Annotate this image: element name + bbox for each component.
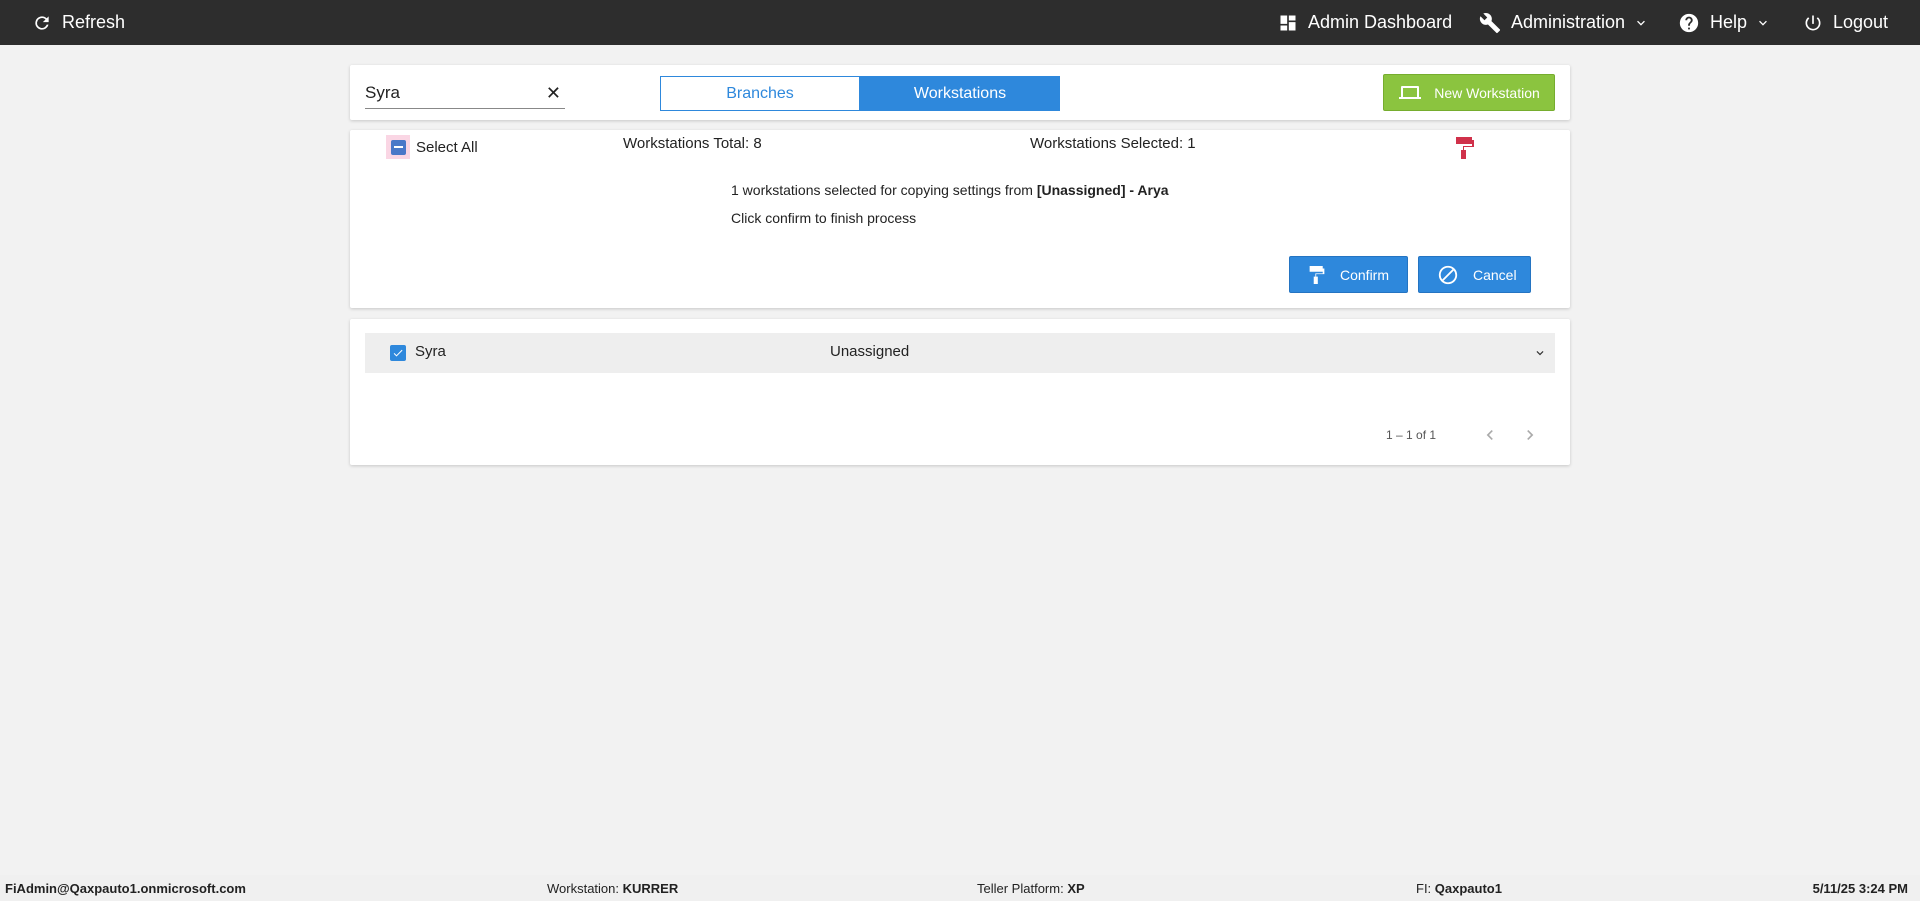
logout-label: Logout bbox=[1833, 12, 1889, 32]
status-fi-label: FI: bbox=[1416, 881, 1435, 896]
administration-label: Administration bbox=[1511, 12, 1626, 32]
pagination-range: 1 – 1 of 1 bbox=[1386, 428, 1437, 442]
laptop-icon bbox=[1399, 85, 1422, 99]
power-icon bbox=[1805, 15, 1821, 30]
status-bar: FiAdmin@Qaxpauto1.onmicrosoft.com Workst… bbox=[0, 875, 1920, 901]
table-row[interactable]: Syra Unassigned bbox=[365, 333, 1555, 373]
paint-roller-icon[interactable] bbox=[1454, 136, 1476, 165]
block-icon bbox=[1438, 265, 1458, 284]
search-input[interactable] bbox=[365, 79, 535, 107]
admin-dashboard-link[interactable]: Admin Dashboard bbox=[1278, 0, 1452, 45]
new-workstation-label: New Workstation bbox=[1434, 84, 1540, 101]
checkmark-icon bbox=[393, 349, 403, 357]
status-platform: Teller Platform: XP bbox=[977, 881, 1085, 896]
workstations-toolbar: ✕ Branches Workstations New Workstation bbox=[350, 65, 1570, 120]
cancel-label: Cancel bbox=[1473, 266, 1517, 283]
dashboard-icon bbox=[1280, 15, 1296, 30]
workstations-total: Workstations Total: 8 bbox=[623, 135, 762, 152]
copy-source: [Unassigned] - Arya bbox=[1036, 182, 1169, 198]
new-workstation-button[interactable]: New Workstation bbox=[1383, 74, 1555, 111]
refresh-icon bbox=[35, 15, 49, 30]
cancel-button[interactable]: Cancel bbox=[1418, 256, 1531, 293]
clear-search-icon[interactable]: ✕ bbox=[546, 83, 561, 103]
chevron-down-icon bbox=[1759, 20, 1767, 26]
expand-row-chevron-icon[interactable] bbox=[1533, 346, 1547, 365]
select-all: Select All bbox=[386, 135, 478, 159]
select-all-checkbox[interactable] bbox=[386, 135, 410, 159]
workstation-branch: Unassigned bbox=[830, 343, 910, 360]
administration-menu[interactable]: Administration bbox=[1479, 0, 1647, 45]
indeterminate-icon bbox=[390, 139, 406, 155]
next-page-icon[interactable] bbox=[1520, 425, 1540, 450]
confirm-instruction: Click confirm to finish process bbox=[731, 210, 917, 226]
help-label: Help bbox=[1710, 12, 1748, 32]
copy-message-text: 1 workstations selected for copying sett… bbox=[731, 182, 1037, 198]
workstation-name: Syra bbox=[415, 343, 446, 360]
refresh-label: Refresh bbox=[62, 12, 126, 32]
admin-dashboard-label: Admin Dashboard bbox=[1308, 12, 1453, 32]
status-fi: FI: Qaxpauto1 bbox=[1416, 881, 1502, 896]
copy-settings-panel: Select All Workstations Total: 8 Worksta… bbox=[350, 130, 1570, 308]
status-user: FiAdmin@Qaxpauto1.onmicrosoft.com bbox=[5, 881, 246, 896]
top-navigation-bar: Refresh Admin Dashboard Administration H… bbox=[0, 0, 1920, 45]
logout-button[interactable]: Logout bbox=[1803, 0, 1888, 45]
status-workstation: Workstation: KURRER bbox=[547, 881, 678, 896]
wrench-icon bbox=[1479, 12, 1501, 33]
workstation-list: Syra Unassigned 1 – 1 of 1 bbox=[350, 319, 1570, 465]
paint-roller-icon bbox=[1309, 265, 1325, 284]
status-fi-value: Qaxpauto1 bbox=[1434, 881, 1502, 896]
select-all-label: Select All bbox=[416, 138, 478, 156]
tab-branches[interactable]: Branches bbox=[660, 76, 860, 111]
status-platform-value: XP bbox=[1067, 881, 1085, 896]
tab-workstations[interactable]: Workstations bbox=[860, 76, 1060, 111]
help-menu[interactable]: Help bbox=[1678, 0, 1769, 45]
chevron-down-icon bbox=[1637, 20, 1645, 26]
copy-message: 1 workstations selected for copying sett… bbox=[731, 182, 1169, 198]
status-platform-label: Teller Platform: bbox=[977, 881, 1068, 896]
view-toggle: Branches Workstations bbox=[660, 76, 1060, 111]
refresh-button[interactable]: Refresh bbox=[32, 0, 125, 45]
row-checkbox[interactable] bbox=[390, 345, 406, 361]
status-workstation-value: KURRER bbox=[622, 881, 679, 896]
confirm-label: Confirm bbox=[1340, 266, 1390, 283]
search-field: ✕ bbox=[365, 79, 565, 109]
status-workstation-label: Workstation: bbox=[547, 881, 623, 896]
help-circle-icon bbox=[1679, 13, 1699, 32]
workstations-selected: Workstations Selected: 1 bbox=[1030, 135, 1196, 152]
previous-page-icon[interactable] bbox=[1480, 425, 1500, 450]
confirm-button[interactable]: Confirm bbox=[1289, 256, 1408, 293]
status-datetime: 5/11/25 3:24 PM bbox=[1812, 881, 1908, 896]
